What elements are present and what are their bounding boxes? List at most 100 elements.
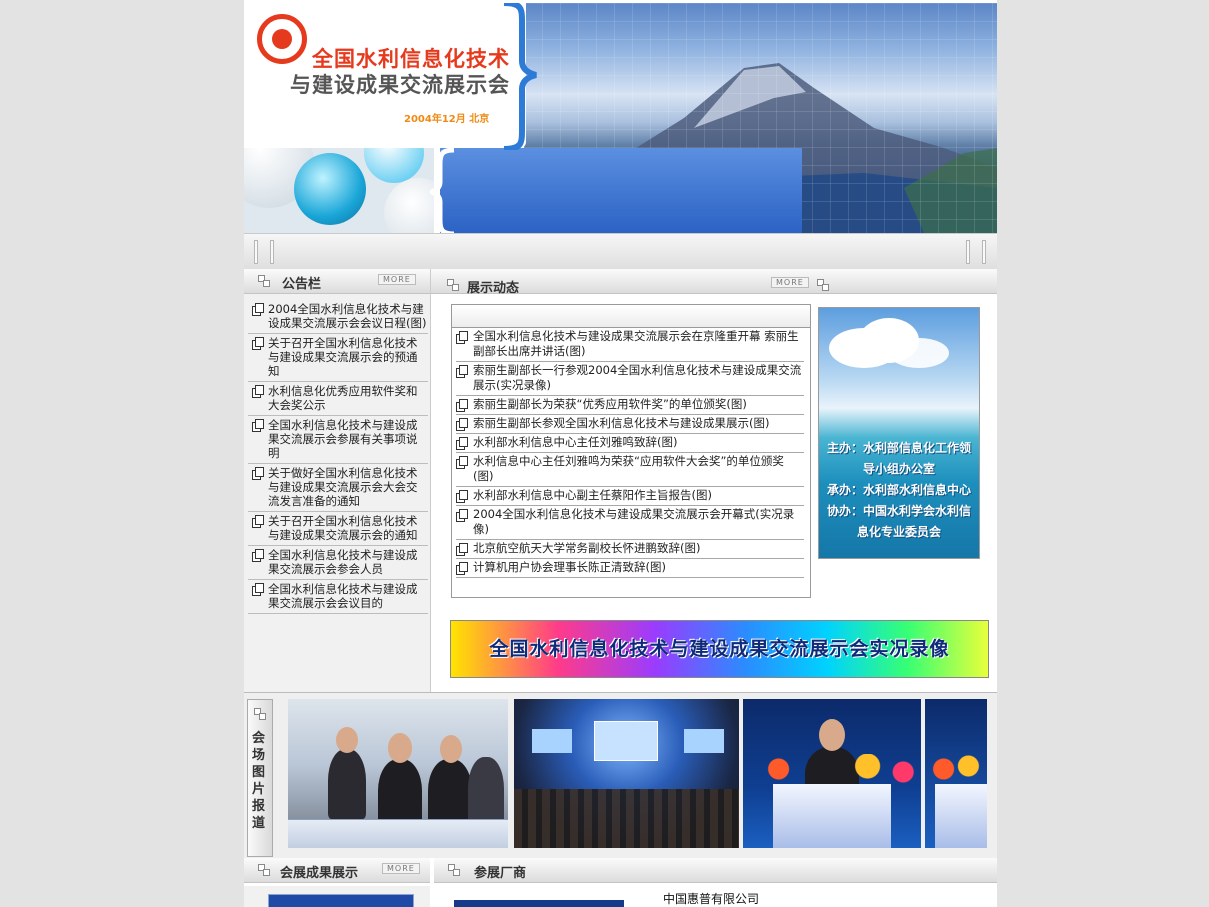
list-item[interactable]: 全国水利信息化技术与建设成果交流展示会参会人员 xyxy=(248,546,428,580)
document-icon xyxy=(252,467,264,480)
list-item[interactable]: 水利信息化优秀应用软件奖和大会奖公示 xyxy=(248,382,428,416)
list-item[interactable]: 计算机用户协会理事长陈正清致辞(图) xyxy=(456,559,804,578)
document-icon xyxy=(252,549,264,562)
list-item[interactable]: 全国水利信息化技术与建设成果交流展示会在京隆重开幕 索丽生副部长出席并讲话(图) xyxy=(456,328,804,362)
news-link[interactable]: 计算机用户协会理事长陈正清致辞(图) xyxy=(473,560,666,574)
video-player-controls[interactable] xyxy=(288,819,508,848)
news-link[interactable]: 2004全国水利信息化技术与建设成果交流展示会开幕式(实况录像) xyxy=(473,507,794,536)
notice-list: 2004全国水利信息化技术与建设成果交流展示会会议日程(图) 关于召开全国水利信… xyxy=(248,300,428,614)
list-item[interactable]: 关于召开全国水利信息化技术与建设成果交流展示会的预通知 xyxy=(248,334,428,382)
achievement-thumbnail[interactable] xyxy=(268,894,414,907)
document-icon xyxy=(252,303,264,316)
achievements-title: 会展成果展示 xyxy=(280,866,359,881)
banner-date-place: 2004年12月 北京 xyxy=(404,114,490,125)
list-item[interactable]: 水利部水利信息中心副主任蔡阳作主旨报告(图) xyxy=(456,487,804,506)
list-item[interactable]: 水利信息中心主任刘雅鸣为荣获“应用软件大会奖”的单位颁奖(图) xyxy=(456,453,804,487)
photo-podium[interactable] xyxy=(925,699,987,848)
notice-link[interactable]: 全国水利信息化技术与建设成果交流展示会参会人员 xyxy=(268,548,418,576)
news-box-topbar xyxy=(452,305,810,328)
exhibitors-title: 参展厂商 xyxy=(474,866,527,881)
list-item[interactable]: 关于召开全国水利信息化技术与建设成果交流展示会的通知 xyxy=(248,512,428,546)
document-icon xyxy=(252,337,264,350)
organizer-line: 息化专业委员会 xyxy=(856,525,941,539)
logo-icon xyxy=(257,14,307,64)
list-item[interactable]: 索丽生副部长参观全国水利信息化技术与建设成果展示(图) xyxy=(456,415,804,434)
list-item[interactable]: 索丽生副部长为荣获“优秀应用软件奖”的单位颁奖(图) xyxy=(456,396,804,415)
news-link[interactable]: 水利部水利信息中心副主任蔡阳作主旨报告(图) xyxy=(473,488,712,502)
achievements-more-link[interactable]: MORE xyxy=(382,863,420,874)
list-item[interactable]: 索丽生副部长一行参观2004全国水利信息化技术与建设成果交流展示(实况录像) xyxy=(456,362,804,396)
list-item[interactable]: 2004全国水利信息化技术与建设成果交流展示会会议日程(图) xyxy=(248,300,428,334)
news-link[interactable]: 水利部水利信息中心主任刘雅鸣致辞(图) xyxy=(473,435,677,449)
list-item[interactable]: 2004全国水利信息化技术与建设成果交流展示会开幕式(实况录像) xyxy=(456,506,804,540)
document-icon xyxy=(456,437,468,450)
bullet-icon xyxy=(817,279,829,291)
news-list-box: 全国水利信息化技术与建设成果交流展示会在京隆重开幕 索丽生副部长出席并讲话(图)… xyxy=(451,304,811,598)
exhibitor-name[interactable]: 中国惠普有限公司 xyxy=(663,890,759,907)
list-item[interactable]: 全国水利信息化技术与建设成果交流展示会会议目的 xyxy=(248,580,428,614)
document-icon xyxy=(456,331,468,344)
nav-bar xyxy=(244,233,997,270)
banner-title-line2: 与建设成果交流展示会 xyxy=(290,73,510,97)
page: 全国水利信息化技术 与建设成果交流展示会 2004年12月 北京 公告栏 MOR… xyxy=(244,0,997,907)
notice-board-title: 公告栏 xyxy=(282,277,322,292)
bullet-icon xyxy=(448,864,460,876)
glass-balls-image xyxy=(244,148,434,233)
document-icon xyxy=(456,418,468,431)
notice-link[interactable]: 关于召开全国水利信息化技术与建设成果交流展示会的通知 xyxy=(268,514,418,542)
exhibitor-thumbnail[interactable] xyxy=(454,900,624,907)
notice-more-link[interactable]: MORE xyxy=(378,274,416,285)
document-icon xyxy=(456,543,468,556)
bottom-section: 会展成果展示 MORE 参展厂商 中国惠普有限公司 xyxy=(244,858,997,907)
notice-link[interactable]: 2004全国水利信息化技术与建设成果交流展示会会议日程(图) xyxy=(268,302,426,330)
document-icon xyxy=(456,456,468,469)
organizer-line: 导小组办公室 xyxy=(862,462,935,476)
list-item[interactable]: 水利部水利信息中心主任刘雅鸣致辞(图) xyxy=(456,434,804,453)
photo-report-label-box: 会场图片报道 xyxy=(247,699,273,857)
news-link[interactable]: 水利信息中心主任刘雅鸣为荣获“应用软件大会奖”的单位颁奖(图) xyxy=(473,454,784,483)
photo-hall[interactable] xyxy=(514,699,739,848)
photo-speaker[interactable] xyxy=(743,699,921,848)
document-icon xyxy=(252,583,264,596)
nav-right-ornament xyxy=(964,240,990,264)
bullet-icon xyxy=(254,708,270,720)
list-item[interactable]: 北京航空航天大学常务副校长怀进鹏致辞(图) xyxy=(456,540,804,559)
news-link[interactable]: 索丽生副部长为荣获“优秀应用软件奖”的单位颁奖(图) xyxy=(473,397,747,411)
document-icon xyxy=(456,365,468,378)
news-link[interactable]: 北京航空航天大学常务副校长怀进鹏致辞(图) xyxy=(473,541,700,555)
document-icon xyxy=(456,509,468,522)
video-banner-link[interactable]: 全国水利信息化技术与建设成果交流展示会实况录像 xyxy=(450,620,989,678)
notice-link[interactable]: 水利信息化优秀应用软件奖和大会奖公示 xyxy=(268,384,418,412)
news-link[interactable]: 索丽生副部长一行参观2004全国水利信息化技术与建设成果交流展示(实况录像) xyxy=(473,363,801,392)
notice-link[interactable]: 关于做好全国水利信息化技术与建设成果交流展示会大会交流发言准备的通知 xyxy=(268,466,418,508)
notice-link[interactable]: 全国水利信息化技术与建设成果交流展示会会议目的 xyxy=(268,582,418,610)
list-item[interactable]: 全国水利信息化技术与建设成果交流展示会参展有关事项说明 xyxy=(248,416,428,464)
exhibitors-header: 参展厂商 xyxy=(434,858,997,883)
document-icon xyxy=(252,515,264,528)
photo-report-strip: 会场图片报道 xyxy=(244,692,997,859)
organizer-line: 承办：水利部水利信息中心 xyxy=(826,483,971,497)
document-icon xyxy=(252,419,264,432)
news-link[interactable]: 索丽生副部长参观全国水利信息化技术与建设成果展示(图) xyxy=(473,416,769,430)
bullet-icon xyxy=(447,279,459,291)
notice-board: 公告栏 MORE 2004全国水利信息化技术与建设成果交流展示会会议日程(图) … xyxy=(244,269,431,692)
news-more-link[interactable]: MORE xyxy=(771,277,809,288)
organizers-text: 主办：水利部信息化工作领 导小组办公室 承办：水利部水利信息中心 协办：中国水利… xyxy=(819,438,979,543)
bullet-icon xyxy=(258,864,270,876)
list-item[interactable]: 关于做好全国水利信息化技术与建设成果交流展示会大会交流发言准备的通知 xyxy=(248,464,428,512)
exhibition-news-section: 展示动态 MORE 全国水利信息化技术与建设成果交流展示会在京隆重开幕 索丽生副… xyxy=(431,269,997,692)
document-icon xyxy=(252,385,264,398)
bullet-icon xyxy=(258,275,270,287)
document-icon xyxy=(456,399,468,412)
organizer-line: 主办：水利部信息化工作领 xyxy=(826,441,971,455)
document-icon xyxy=(456,490,468,503)
video-banner-text: 全国水利信息化技术与建设成果交流展示会实况录像 xyxy=(489,638,950,660)
photo-visit[interactable] xyxy=(288,699,508,848)
news-link[interactable]: 全国水利信息化技术与建设成果交流展示会在京隆重开幕 索丽生副部长出席并讲话(图) xyxy=(473,329,799,358)
exhibition-news-header: 展示动态 MORE xyxy=(431,269,997,296)
notice-link[interactable]: 全国水利信息化技术与建设成果交流展示会参展有关事项说明 xyxy=(268,418,418,460)
brace-decoration-small xyxy=(430,148,455,233)
exhibition-news-title: 展示动态 xyxy=(467,281,520,296)
notice-link[interactable]: 关于召开全国水利信息化技术与建设成果交流展示会的预通知 xyxy=(268,336,418,378)
notice-board-header: 公告栏 MORE xyxy=(244,269,430,294)
